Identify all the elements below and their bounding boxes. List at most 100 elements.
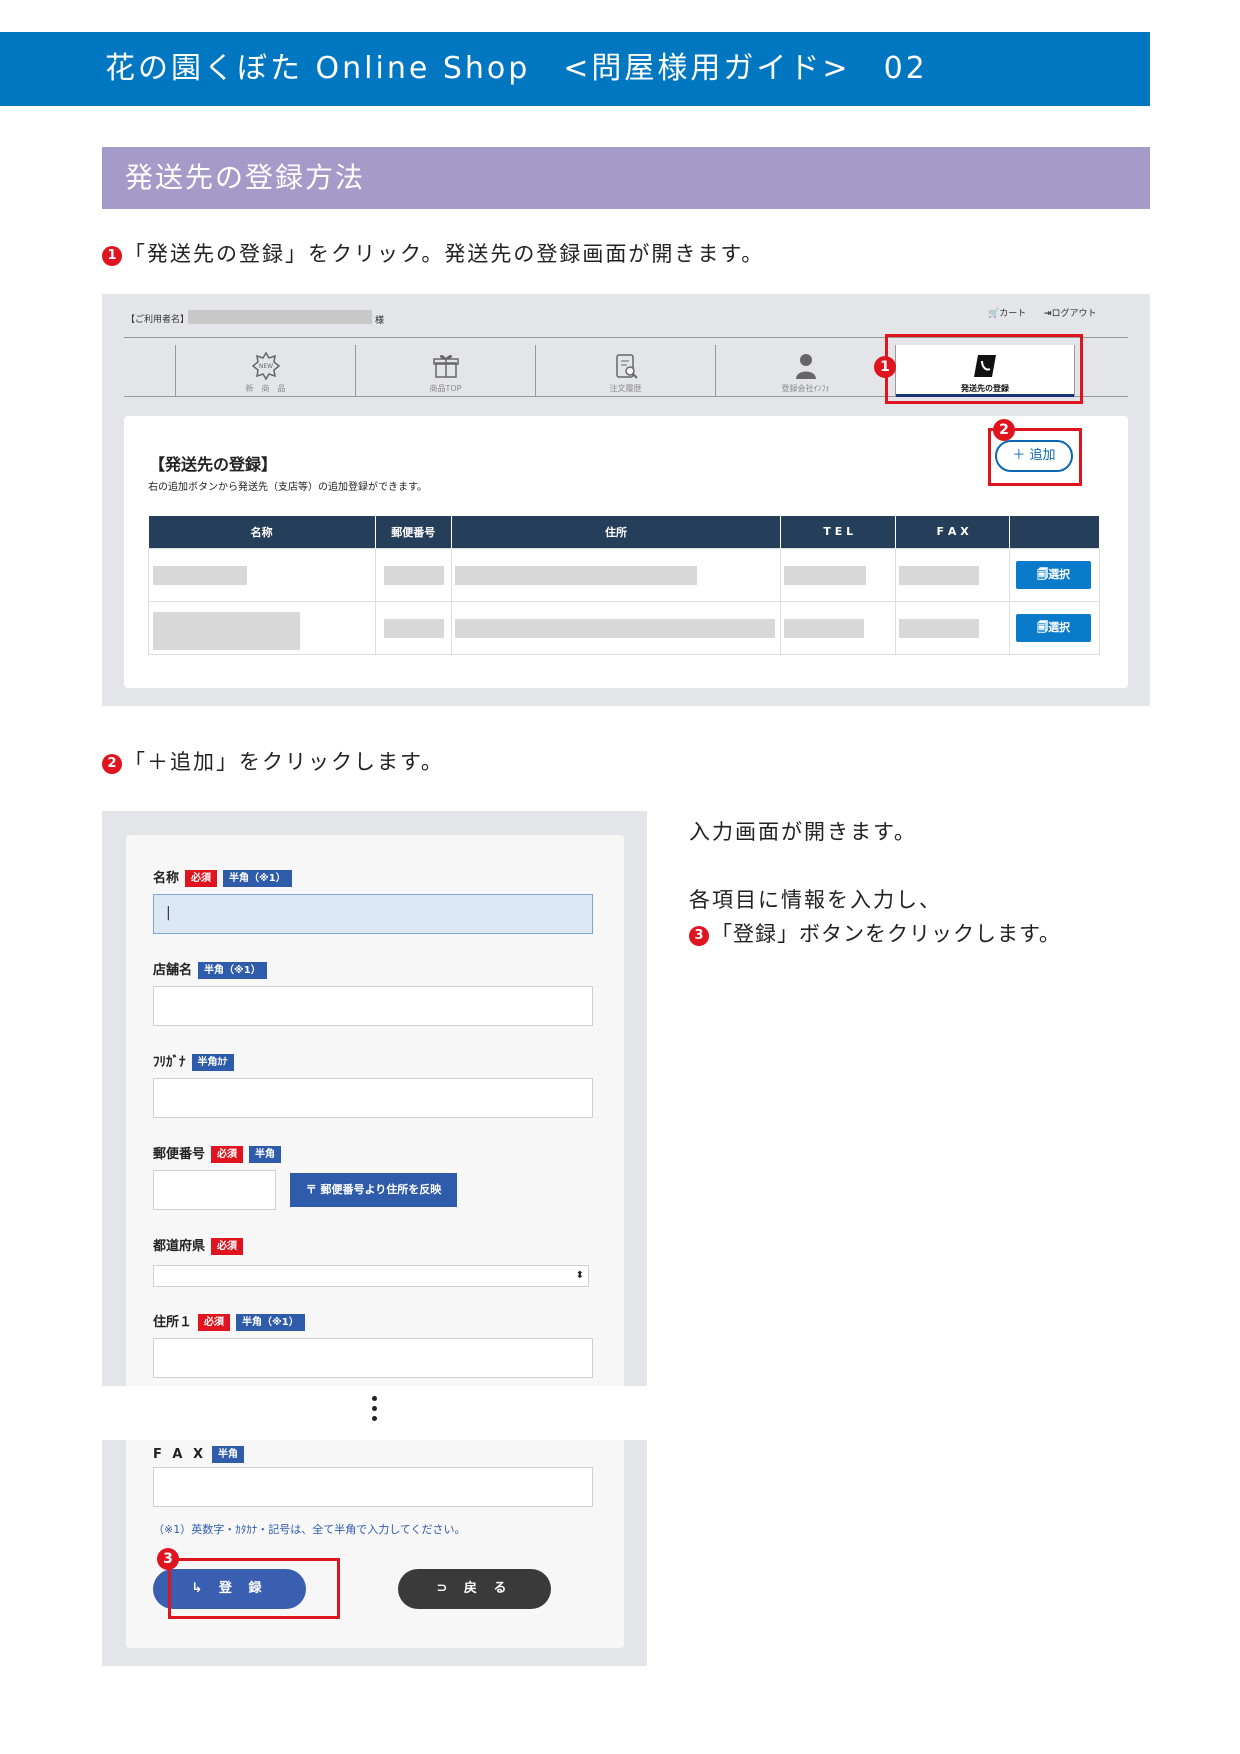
card-subtitle: 右の追加ボタンから発送先（支店等）の追加登録ができます。: [148, 482, 427, 493]
cell-fax: [895, 547, 1011, 602]
table-row: 🗐選択: [148, 547, 1100, 602]
side-text-line3: 3 「登録」ボタンをクリックします。: [689, 918, 1061, 948]
zip-lookup-button[interactable]: 〒 郵便番号より住所を反映: [290, 1173, 457, 1207]
nav-tab-products-top-label: 商品TOP: [429, 384, 462, 393]
step-2-label: 「＋追加」をクリックします。: [124, 750, 444, 774]
redacted-value: [899, 618, 980, 638]
cell-action: 🗐選択: [1009, 600, 1100, 655]
cell-fax: [895, 600, 1011, 655]
zip-label: 郵便番号 必須 半角: [153, 1143, 282, 1163]
input-form: 名称 必須 半角（※1） | 店舗名 半角（※1） ﾌﾘｶﾞﾅ 半角ｶﾅ 郵便番号 必須半…: [126, 835, 624, 1386]
select-button[interactable]: 🗐選択: [1016, 560, 1092, 589]
col-zip: 郵便番号: [375, 516, 452, 548]
badge-1: 1: [874, 356, 896, 378]
fax-label: F A X 半角: [153, 1446, 245, 1463]
col-address: 住所: [451, 516, 782, 548]
user-name-redacted: [188, 310, 372, 324]
halfwidth-tag: 半角（※1）: [236, 1314, 305, 1331]
cell-zip: [374, 600, 452, 655]
cell-address: [450, 600, 782, 655]
zip-input[interactable]: [153, 1170, 276, 1210]
table-row: 🗐選択: [148, 600, 1100, 655]
cell-action: 🗐選択: [1009, 547, 1100, 602]
name-input[interactable]: |: [153, 894, 593, 934]
step-1-text: 1 「発送先の登録」をクリック。発送先の登録画面が開きます。: [102, 238, 764, 268]
user-suffix: 様: [375, 316, 385, 326]
halfwidth-note: （※1）英数字・ｶﾀｶﾅ・記号は、全て半角で入力してください。: [153, 1523, 466, 1536]
redacted-value: [784, 618, 865, 638]
store-input[interactable]: [153, 986, 593, 1026]
address1-input[interactable]: [153, 1338, 593, 1378]
svg-text:NEW: NEW: [258, 363, 272, 370]
redacted-value: [454, 565, 697, 585]
person-icon: [795, 354, 816, 379]
redacted-value: [383, 618, 444, 638]
halfwidth-tag: 半角: [249, 1146, 282, 1163]
store-label: 店舗名 半角（※1）: [153, 959, 267, 979]
prefecture-select[interactable]: ⬍: [153, 1265, 589, 1287]
nav-tab-order-history[interactable]: 注文履歴: [535, 345, 715, 397]
side-text-line1: 入力画面が開きます。: [689, 820, 917, 844]
cart-label: カート: [999, 309, 1027, 319]
step-1-label: 「発送先の登録」をクリック。発送先の登録画面が開きます。: [124, 242, 765, 266]
side-text-line3-label: 「登録」ボタンをクリックします。: [711, 922, 1061, 946]
select-arrows-icon: ⬍: [575, 1270, 584, 1281]
nav-tab-company-info[interactable]: 登録会社ｲﾝﾌｫ: [715, 345, 895, 397]
table-header-row: 名称 郵便番号 住所 T E L F A X: [148, 516, 1100, 548]
order-history-icon: [615, 354, 638, 379]
select-icon: 🗐: [1037, 620, 1049, 634]
back-button[interactable]: ⊃ 戻 る: [398, 1569, 551, 1609]
nav-tab-products-top[interactable]: 商品TOP: [355, 345, 535, 397]
cell-name: [148, 547, 376, 602]
badge-2: 2: [993, 419, 1015, 441]
highlight-box-3: [168, 1558, 340, 1619]
user-name-label: 【ご利用者名】: [126, 315, 190, 325]
cell-tel: [780, 600, 897, 655]
halfwidth-tag: 半角（※1）: [198, 962, 267, 979]
side-text-line2: 各項目に情報を入力し、: [689, 888, 942, 912]
input-form-screenshot: 名称 必須 半角（※1） | 店舗名 半角（※1） ﾌﾘｶﾞﾅ 半角ｶﾅ 郵便番号 必須半…: [102, 811, 647, 1386]
logout-icon: ⇥: [1044, 309, 1052, 319]
kana-input[interactable]: [153, 1078, 593, 1118]
step-2-badge: 2: [102, 754, 122, 774]
cell-address: [450, 547, 782, 602]
redacted-value: [153, 611, 300, 650]
select-button-label: 選択: [1048, 567, 1071, 581]
required-tag: 必須: [198, 1314, 231, 1331]
nav-tab-company-info-label: 登録会社ｲﾝﾌｫ: [781, 384, 830, 393]
kana-label: ﾌﾘｶﾞﾅ 半角ｶﾅ: [153, 1051, 234, 1071]
select-button-label: 選択: [1048, 620, 1071, 634]
logout-link[interactable]: ⇥ログアウト: [1044, 306, 1097, 319]
redacted-value: [383, 565, 444, 585]
col-fax: F A X: [895, 516, 1011, 548]
form-bottom-screenshot: F A X 半角 （※1）英数字・ｶﾀｶﾅ・記号は、全て半角で入力してください。 …: [102, 1440, 647, 1666]
prefecture-label: 都道府県 必須: [153, 1235, 244, 1255]
step-1-badge: 1: [102, 246, 122, 266]
col-tel: T E L: [780, 516, 897, 548]
halfwidth-tag: 半角（※1）: [223, 870, 292, 887]
required-tag: 必須: [185, 870, 218, 887]
nav-tab-new-products-label: 新 商 品: [245, 384, 286, 393]
cart-link[interactable]: 🛒カート: [988, 306, 1026, 319]
col-name: 名称: [148, 516, 376, 548]
cell-tel: [780, 547, 897, 602]
name-label: 名称 必須 半角（※1）: [153, 867, 292, 887]
redacted-value: [899, 565, 980, 585]
select-button[interactable]: 🗐選択: [1016, 613, 1092, 642]
card-title: 【発送先の登録】: [149, 455, 278, 474]
step-3-badge: 3: [689, 926, 709, 946]
required-tag: 必須: [211, 1146, 244, 1163]
cell-zip: [374, 547, 452, 602]
halfwidth-kana-tag: 半角ｶﾅ: [191, 1054, 234, 1071]
new-badge-icon: NEW: [251, 351, 280, 381]
redacted-value: [784, 565, 867, 585]
step-2-text: 2 「＋追加」をクリックします。: [102, 746, 444, 776]
redacted-value: [454, 618, 775, 638]
required-tag: 必須: [211, 1238, 244, 1255]
nav-tab-new-products[interactable]: NEW 新 商 品: [175, 345, 355, 397]
gift-box-icon: [432, 355, 459, 378]
section-title: 発送先の登録方法: [102, 147, 1150, 209]
fax-input[interactable]: [153, 1467, 593, 1507]
page-header: 花の園くぼた Online Shop <問屋様用ガイド> 02: [0, 32, 1150, 106]
logout-label: ログアウト: [1051, 309, 1097, 319]
